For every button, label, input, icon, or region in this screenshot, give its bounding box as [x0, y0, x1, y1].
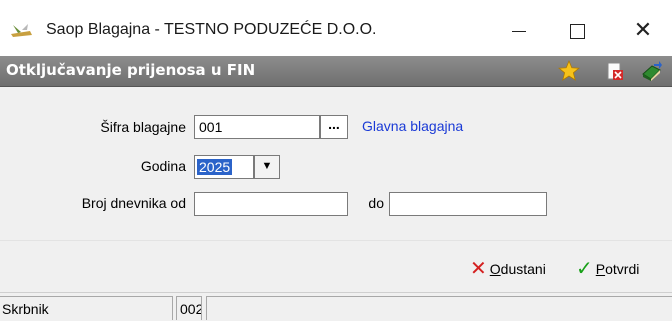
sifra-browse-button[interactable]: ...: [320, 115, 348, 139]
form-title: Otključavanje prijenosa u FIN: [6, 61, 256, 79]
minimize-icon: [512, 30, 526, 32]
broj-dnevnika-label: Broj dnevnika od: [81, 195, 186, 211]
godina-label: Godina: [140, 158, 186, 174]
status-bar: Skrbnik 002: [0, 292, 672, 321]
cancel-icon: ✕: [470, 258, 487, 280]
cancel-button[interactable]: ✕ Odustani: [470, 259, 546, 281]
confirm-button[interactable]: ✓ Potvrdi: [576, 259, 639, 281]
close-icon: ✕: [633, 17, 653, 42]
godina-select[interactable]: 2025: [194, 155, 254, 179]
sifra-label: Šifra blagajne: [100, 119, 186, 135]
maximize-button[interactable]: [554, 14, 600, 46]
cancel-label: Odustani: [489, 261, 546, 277]
close-button[interactable]: ✕: [620, 14, 666, 46]
star-icon[interactable]: [558, 60, 580, 82]
book-exit-icon[interactable]: [640, 60, 662, 82]
window-title: Saop Blagajna - TESTNO PODUZEĆE D.O.O.: [46, 21, 377, 38]
status-extra: [206, 296, 672, 320]
form-header: Otključavanje prijenosa u FIN: [0, 56, 672, 87]
godina-dropdown-button[interactable]: ▼: [254, 155, 280, 179]
minimize-button[interactable]: [496, 14, 542, 46]
app-icon: [11, 24, 32, 37]
window-titlebar: Saop Blagajna - TESTNO PODUZEĆE D.O.O. ✕: [0, 0, 672, 56]
broj-do-input[interactable]: [389, 192, 547, 216]
do-label: do: [368, 195, 384, 211]
maximize-icon: [569, 23, 585, 39]
sifra-input[interactable]: 001: [194, 115, 320, 139]
godina-value: 2025: [197, 159, 233, 175]
status-code: 002: [176, 296, 202, 320]
check-icon: ✓: [576, 258, 593, 280]
sifra-name-link[interactable]: Glavna blagajna: [362, 118, 463, 134]
chevron-down-icon: ▼: [261, 160, 273, 172]
confirm-label: Potvrdi: [595, 261, 640, 277]
broj-od-input[interactable]: [194, 192, 348, 216]
close-document-icon[interactable]: [604, 60, 626, 82]
status-user: Skrbnik: [0, 296, 173, 320]
divider: [0, 240, 672, 241]
